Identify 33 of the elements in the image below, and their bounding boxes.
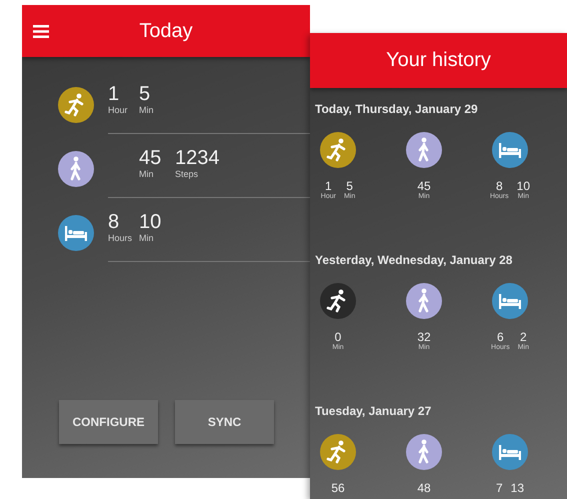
unit-label: Min [139,169,155,179]
value-text: 13 [510,482,524,495]
value-text: 6 [497,331,504,344]
value-text: 8 [108,211,120,233]
value-text: 7 [496,482,503,495]
unit-label: Steps [175,169,200,179]
value-text: 56 [331,482,345,495]
menu-icon[interactable] [33,25,49,38]
unit-label: Hours [108,233,134,243]
unit-label: Min [139,233,155,243]
screen-title: Today [139,20,193,42]
value-text: 5 [346,180,353,193]
value-text: 32 [417,331,431,344]
sync-button[interactable]: SYNC [175,400,274,444]
value-text: 1234 [175,147,220,169]
value-text: 45 [139,147,162,169]
day-heading: Today, Thursday, January 29 [315,101,479,118]
day-heading: Yesterday, Wednesday, January 28 [315,252,514,269]
unit-label: Hour [108,105,129,115]
value-text: 1 [325,180,332,193]
value-text: 45 [417,180,431,193]
screen-title: Your history [386,49,491,72]
unit-label: Min [139,105,155,115]
configure-button[interactable]: CONFIGURE [59,400,158,444]
value-text: 1 [108,83,120,105]
value-text: 5 [139,83,152,105]
value-text: 8 [496,180,503,193]
day-heading: Tuesday, January 27 [315,403,432,420]
value-text: 2 [520,331,527,344]
value-text: 10 [139,211,162,233]
value-text: 10 [516,180,530,193]
value-text: 0 [334,331,342,344]
value-text: 48 [417,482,431,495]
